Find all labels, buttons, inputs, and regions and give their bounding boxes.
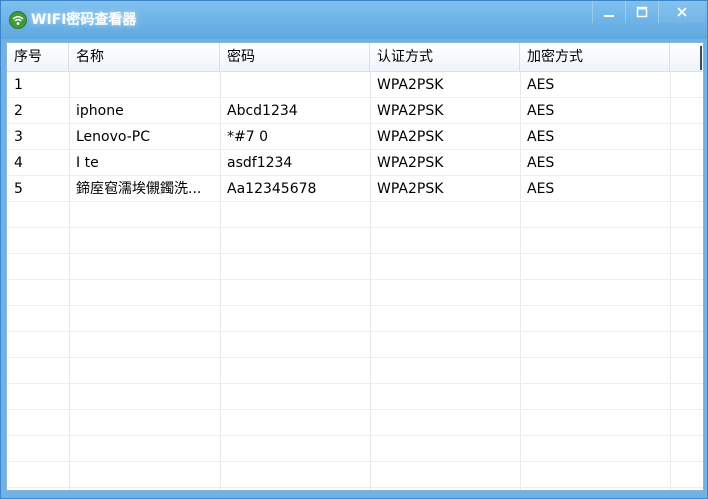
close-icon — [677, 7, 687, 17]
cell-encryption: AES — [527, 155, 555, 171]
window-title: WIFI密码查看器 — [31, 12, 137, 28]
cell-encryption: AES — [527, 129, 555, 145]
grid-line — [7, 383, 703, 384]
wifi-icon — [9, 11, 27, 29]
cell-encryption: AES — [527, 103, 555, 119]
grid-line — [7, 487, 703, 488]
column-header-password[interactable]: 密码 — [220, 43, 370, 71]
grid-line — [7, 357, 703, 358]
app-window: WIFI密码查看器 序号 名称 密码 认证方式 加密方式 1 WPA2PSK A… — [0, 0, 708, 499]
cell-index: 2 — [14, 103, 23, 119]
cell-password: *#7 0 — [227, 129, 268, 145]
table-row[interactable]: 2 iphone Abcd1234 WPA2PSK AES — [7, 98, 703, 124]
cell-password — [220, 72, 370, 98]
cell-password: Aa12345678 — [227, 181, 317, 197]
cell-name: 鍗庢窇濡埃儭鐲洗... — [76, 181, 202, 197]
cell-auth: WPA2PSK — [377, 77, 444, 93]
table-row[interactable]: 5 鍗庢窇濡埃儭鐲洗... Aa12345678 WPA2PSK AES — [7, 176, 703, 202]
cell-encryption: AES — [527, 77, 555, 93]
close-button[interactable] — [658, 1, 705, 23]
cell-index: 5 — [14, 181, 23, 197]
table-row[interactable]: 4 I te asdf1234 WPA2PSK AES — [7, 150, 703, 176]
wifi-list-table[interactable]: 序号 名称 密码 认证方式 加密方式 1 WPA2PSK AES 2 iphon… — [6, 42, 704, 491]
minimize-icon — [604, 15, 614, 17]
grid-line — [7, 409, 703, 410]
cell-password: asdf1234 — [227, 155, 293, 171]
table-row[interactable]: 3 Lenovo-PC *#7 0 WPA2PSK AES — [7, 124, 703, 150]
cell-auth: WPA2PSK — [377, 129, 444, 145]
grid-line — [7, 227, 703, 228]
cell-name — [69, 72, 220, 98]
maximize-button[interactable] — [625, 1, 658, 23]
cell-index: 1 — [14, 77, 23, 93]
minimize-button[interactable] — [592, 1, 625, 23]
cell-name: Lenovo-PC — [76, 129, 150, 145]
cell-auth: WPA2PSK — [377, 181, 444, 197]
title-bar[interactable]: WIFI密码查看器 — [1, 1, 707, 39]
grid-line — [7, 461, 703, 462]
column-header-encryption[interactable]: 加密方式 — [520, 43, 670, 71]
cell-index: 4 — [14, 155, 23, 171]
grid-line — [7, 253, 703, 254]
table-header: 序号 名称 密码 认证方式 加密方式 — [7, 43, 703, 72]
cell-password: Abcd1234 — [227, 103, 298, 119]
grid-line — [7, 331, 703, 332]
maximize-icon — [636, 6, 648, 18]
grid-line — [7, 279, 703, 280]
column-resize-handle[interactable] — [700, 46, 702, 70]
table-row[interactable]: 1 WPA2PSK AES — [7, 72, 703, 98]
cell-index: 3 — [14, 129, 23, 145]
cell-name: I te — [76, 155, 99, 171]
column-header-index[interactable]: 序号 — [7, 43, 69, 71]
cell-encryption: AES — [527, 181, 555, 197]
cell-name: iphone — [76, 103, 124, 119]
cell-auth: WPA2PSK — [377, 103, 444, 119]
column-header-name[interactable]: 名称 — [69, 43, 220, 71]
column-header-auth[interactable]: 认证方式 — [370, 43, 520, 71]
grid-line — [7, 435, 703, 436]
grid-line — [7, 305, 703, 306]
cell-auth: WPA2PSK — [377, 155, 444, 171]
